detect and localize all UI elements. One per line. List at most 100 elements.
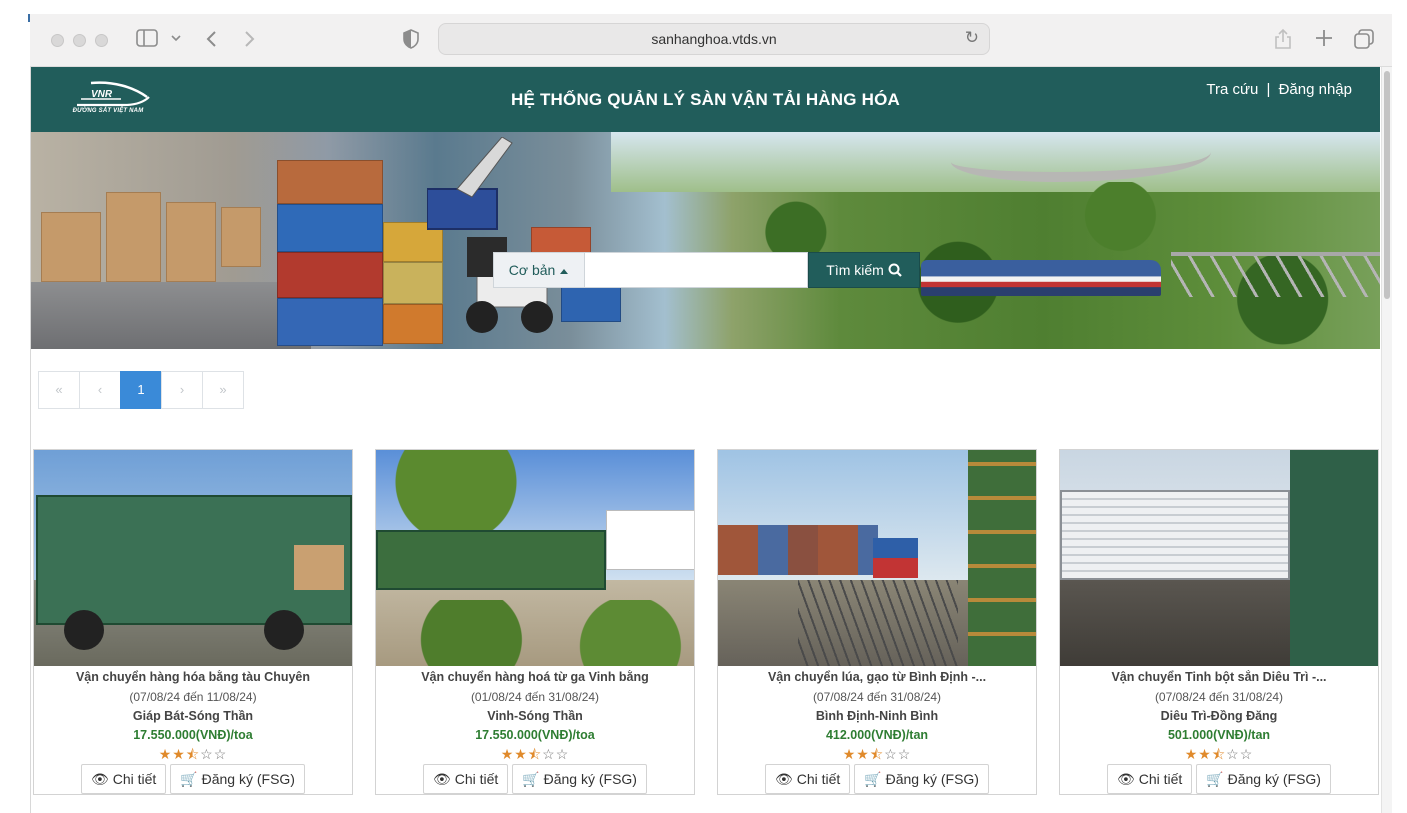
page-viewport: VNR ĐƯỜNG SẮT VIỆT NAM HỆ THỐNG QUẢN LÝ … [30,67,1392,813]
half-star-icon: ⯪ [527,746,543,762]
register-button[interactable]: 🛒 Đăng ký (FSG) [1196,764,1331,794]
pagination: « ‹ 1 › » [38,371,244,409]
detail-button[interactable]: 👁 Chi tiết [1107,764,1193,794]
cart-icon: 🛒 [522,771,540,787]
search-input[interactable] [585,252,808,288]
cart-icon: 🛒 [1206,771,1224,787]
half-star-icon: ⯪ [1211,746,1227,762]
register-button-label: Đăng ký (FSG) [1227,771,1321,787]
privacy-shield-icon[interactable] [402,29,420,53]
hero-banner: Cơ bản Tìm kiếm [31,132,1380,349]
star-icon: ★ [500,746,515,762]
search-button[interactable]: Tìm kiếm [808,252,920,288]
back-icon[interactable] [205,29,219,53]
banner-box [221,207,261,267]
listing-title[interactable]: Vận chuyển hàng hoá từ ga Vinh bằng [376,670,694,684]
register-button-label: Đăng ký (FSG) [543,771,637,787]
eye-icon: 👁 [433,771,451,787]
forward-icon[interactable] [242,29,256,53]
half-star-icon: ⯪ [869,746,885,762]
listing-title[interactable]: Vận chuyển Tinh bột sắn Diêu Trì -... [1060,670,1378,684]
star-icon: ★ [1184,746,1199,762]
listing-card: Vận chuyển hàng hóa bằng tàu Chuyên (07/… [33,449,353,795]
listing-price: 17.550.000(VNĐ)/toa [475,728,595,742]
zoom-window-button[interactable] [95,34,108,47]
listing-photo[interactable] [1060,450,1378,666]
pagination-page-1[interactable]: 1 [120,371,162,409]
lookup-link[interactable]: Tra cứu [1206,81,1258,98]
listing-photo[interactable] [718,450,1036,666]
star-icon: ★ [172,746,186,762]
banner-container [277,204,383,252]
detail-button-label: Chi tiết [796,771,841,787]
scrollbar-thumb[interactable] [1384,71,1390,299]
listing-card: Vận chuyển lúa, gạo từ Bình Định -... (0… [717,449,1037,795]
tab-overview-icon[interactable] [1353,28,1375,54]
link-separator: | [1266,81,1271,98]
search-icon [888,262,902,278]
banner-reach-stacker [427,137,553,333]
register-button[interactable]: 🛒 Đăng ký (FSG) [170,764,305,794]
top-links: Tra cứu | Đăng nhập [1206,81,1352,98]
listing-dates: (07/08/24 đến 31/08/24) [812,690,942,704]
banner-container [277,298,383,346]
half-star-icon: ⯪ [185,746,201,762]
banner-bridge [1171,252,1380,297]
close-window-button[interactable] [51,34,64,47]
detail-button-label: Chi tiết [112,771,157,787]
banner-box [106,192,161,282]
listing-price: 501.000(VNĐ)/tan [1167,728,1271,742]
detail-button[interactable]: 👁 Chi tiết [423,764,509,794]
pagination-first[interactable]: « [38,371,80,409]
reload-icon[interactable]: ↻ [965,28,979,48]
listing-dates: (01/08/24 đến 31/08/24) [470,690,600,704]
eye-icon: 👁 [1117,771,1135,787]
site-title: HỆ THỐNG QUẢN LÝ SÀN VẬN TẢI HÀNG HÓA [511,90,900,109]
listing-photo[interactable] [376,450,694,666]
search-box: Cơ bản Tìm kiếm [493,252,920,288]
listing-title[interactable]: Vận chuyển hàng hóa bằng tàu Chuyên [34,670,352,684]
listing-actions: 👁 Chi tiết 🛒 Đăng ký (FSG) [34,764,352,794]
pagination-next[interactable]: › [161,371,203,409]
detail-button[interactable]: 👁 Chi tiết [765,764,851,794]
star-outline-icon: ☆ [200,746,214,762]
login-link[interactable]: Đăng nhập [1279,81,1352,98]
register-button[interactable]: 🛒 Đăng ký (FSG) [512,764,647,794]
listing-photo[interactable] [34,450,352,666]
pagination-last[interactable]: » [202,371,244,409]
browser-toolbar: sanhanghoa.vtds.vn ↻ [30,14,1392,67]
chevron-down-icon[interactable] [170,30,182,50]
address-text: sanhanghoa.vtds.vn [651,31,777,47]
star-icon: ★ [842,746,857,762]
sidebar-toggle-icon[interactable] [136,29,158,51]
search-mode-label: Cơ bản [508,262,556,278]
cart-icon: 🛒 [864,771,882,787]
banner-container [561,282,621,322]
new-tab-icon[interactable] [1314,28,1334,52]
eye-icon: 👁 [91,771,109,787]
caret-up-icon [559,262,569,278]
star-outline-icon: ☆ [897,746,912,762]
pagination-prev[interactable]: ‹ [79,371,121,409]
search-mode-toggle[interactable]: Cơ bản [493,252,585,288]
detail-button[interactable]: 👁 Chi tiết [81,764,167,794]
banner-box [41,212,101,282]
star-icon: ★ [856,746,870,762]
cart-icon: 🛒 [180,771,198,787]
minimize-window-button[interactable] [73,34,86,47]
address-bar[interactable]: sanhanghoa.vtds.vn ↻ [438,23,990,55]
listing-price: 412.000(VNĐ)/tan [825,728,929,742]
share-icon[interactable] [1274,28,1292,54]
eye-icon: 👁 [775,771,793,787]
listing-title[interactable]: Vận chuyển lúa, gạo từ Bình Định -... [718,670,1036,684]
listing-dates: (07/08/24 đến 31/08/24) [1154,690,1284,704]
listing-route: Giáp Bát-Sóng Thần [132,709,254,723]
listing-actions: 👁 Chi tiết 🛒 Đăng ký (FSG) [1060,764,1378,794]
star-outline-icon: ☆ [1239,746,1254,762]
listing-price: 17.550.000(VNĐ)/toa [133,728,253,742]
star-outline-icon: ☆ [542,746,556,762]
star-outline-icon: ☆ [884,746,898,762]
listing-route: Diêu Trì-Đồng Đăng [1160,709,1278,723]
banner-warehouse-floor [31,282,311,349]
register-button[interactable]: 🛒 Đăng ký (FSG) [854,764,989,794]
